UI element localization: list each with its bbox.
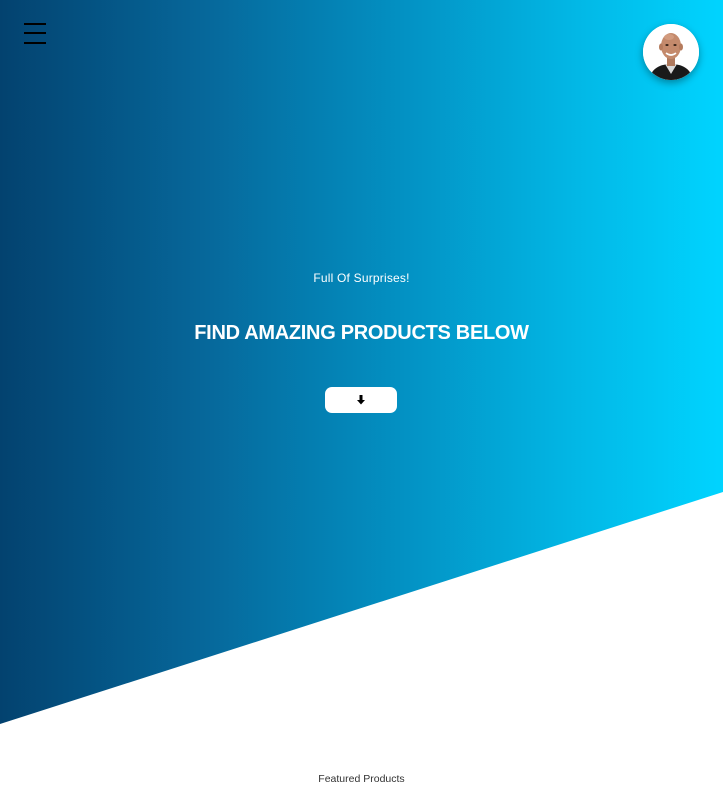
- menu-bar: [24, 23, 46, 25]
- hero-banner: [0, 0, 723, 724]
- menu-bar: [24, 32, 46, 34]
- arrow-down-icon: [357, 395, 365, 405]
- scroll-down-button[interactable]: [325, 387, 397, 413]
- hero-title: FIND AMAZING PRODUCTS BELOW: [194, 322, 529, 344]
- hero-kicker: Full Of Surprises!: [313, 271, 410, 285]
- avatar-photo-icon: [643, 24, 699, 80]
- featured-products-heading: Featured Products: [318, 773, 405, 785]
- menu-bar: [24, 42, 46, 44]
- page: Full Of Surprises! FIND AMAZING PRODUCTS…: [0, 0, 723, 792]
- user-avatar[interactable]: [643, 24, 699, 80]
- hamburger-menu-icon[interactable]: [24, 22, 46, 44]
